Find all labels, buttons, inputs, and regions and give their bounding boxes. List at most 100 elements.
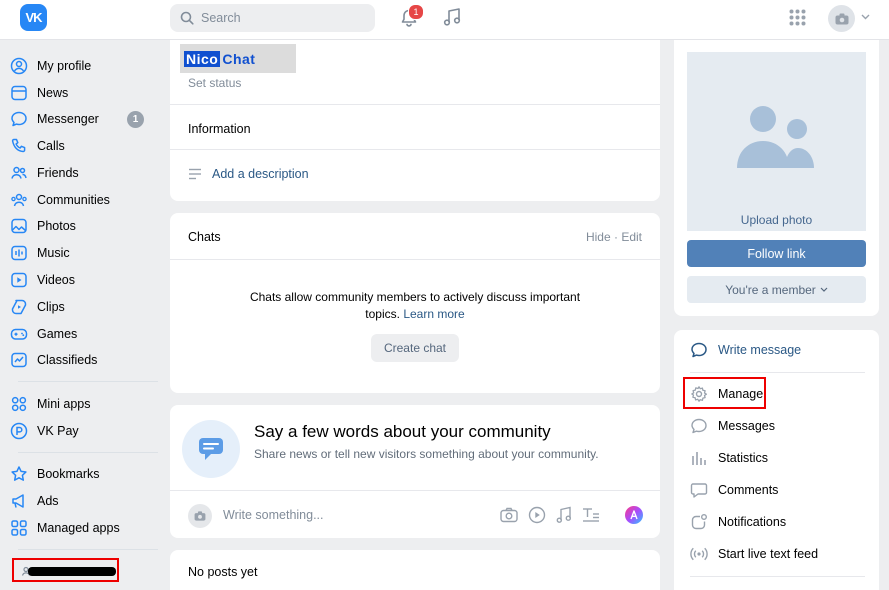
classifieds-icon xyxy=(11,352,27,368)
post-composer[interactable]: Write something... xyxy=(170,491,660,538)
music-icon[interactable] xyxy=(556,506,572,524)
sidebar-item-friends[interactable]: Friends xyxy=(10,160,150,186)
camera-icon xyxy=(194,511,206,521)
sidebar-item-messenger[interactable]: Messenger 1 xyxy=(10,106,150,132)
communities-icon xyxy=(11,193,27,207)
sidebar-item-label: Mini apps xyxy=(37,397,91,411)
video-icon xyxy=(11,272,27,288)
wall-card: No posts yet xyxy=(170,550,660,590)
search-icon xyxy=(180,11,194,25)
write-message-label: Write message xyxy=(718,343,802,357)
sidebar-item-classifieds[interactable]: Classifieds xyxy=(10,347,150,373)
start-live-feed-label: Start live text feed xyxy=(718,547,819,561)
upload-photo-area[interactable]: Upload photo xyxy=(687,52,866,231)
information-heading: Information xyxy=(188,122,251,136)
top-header: VK 1 xyxy=(0,0,889,40)
divider xyxy=(170,104,660,105)
sidebar-item-calls[interactable]: Calls xyxy=(10,133,150,159)
chevron-down-icon[interactable] xyxy=(861,14,870,20)
avatar[interactable] xyxy=(828,5,855,32)
manage-label: Manage xyxy=(718,387,764,401)
search-input[interactable] xyxy=(201,11,351,25)
membership-dropdown[interactable]: You're a member xyxy=(687,276,866,303)
sidebar-item-ads[interactable]: Ads xyxy=(10,488,150,514)
sidebar-item-videos[interactable]: Videos xyxy=(10,267,150,293)
sidebar-item-label: News xyxy=(37,86,69,100)
divider xyxy=(170,149,660,150)
megaphone-icon xyxy=(12,494,24,508)
learn-more-link[interactable]: Learn more xyxy=(403,307,464,321)
chats-description-line1: Chats allow community members to activel… xyxy=(249,290,581,304)
broadcast-icon xyxy=(690,547,708,561)
gamepad-icon xyxy=(10,328,28,340)
sidebar-item-label: Music xyxy=(37,246,70,260)
camera-icon xyxy=(835,13,848,24)
community-header-card: Nico Chat Set status Information Add a d… xyxy=(170,40,660,201)
message-icon xyxy=(11,111,27,127)
photo-icon xyxy=(11,218,27,234)
start-live-feed-button[interactable]: Start live text feed xyxy=(690,542,818,566)
friends-icon xyxy=(11,166,27,179)
sidebar-item-clips[interactable]: Clips xyxy=(10,294,150,320)
sidebar-item-my-profile[interactable]: My profile xyxy=(10,53,150,79)
list-icon xyxy=(189,168,201,180)
video-icon[interactable] xyxy=(528,506,546,524)
sidebar-item-communities[interactable]: Communities xyxy=(10,187,150,213)
sidebar-item-label: Games xyxy=(37,327,78,341)
add-description-button[interactable]: Add a description xyxy=(188,167,309,181)
article-icon[interactable] xyxy=(582,507,600,523)
write-something-input[interactable]: Write something... xyxy=(223,508,324,522)
user-circle-icon xyxy=(10,57,28,75)
vk-logo[interactable]: VK xyxy=(20,4,47,31)
sidebar-item-bookmarks[interactable]: Bookmarks xyxy=(10,461,150,487)
apps-icon xyxy=(11,520,27,536)
statistics-button[interactable]: Statistics xyxy=(690,446,768,470)
comments-label: Comments xyxy=(718,483,779,497)
comments-button[interactable]: Comments xyxy=(690,478,778,502)
write-message-button[interactable]: Write message xyxy=(690,338,801,362)
notification-badge: 1 xyxy=(408,4,424,20)
sidebar-item-label: Managed apps xyxy=(37,521,120,535)
divider xyxy=(170,259,660,260)
camera-icon[interactable] xyxy=(500,507,518,523)
follow-link-button[interactable]: Follow link xyxy=(687,240,866,267)
search-bar[interactable] xyxy=(170,4,375,32)
sidebar-item-news[interactable]: News xyxy=(10,80,150,106)
manage-button[interactable]: Manage xyxy=(690,382,763,406)
message-icon xyxy=(691,418,707,434)
create-chat-button[interactable]: Create chat xyxy=(371,334,459,362)
hide-chats-link[interactable]: Hide xyxy=(586,230,611,244)
sidebar-divider xyxy=(18,452,158,453)
edit-chats-link[interactable]: Edit xyxy=(621,230,642,244)
chat-bubble-icon xyxy=(182,420,240,478)
ai-assistant-icon[interactable] xyxy=(624,505,644,525)
chats-actions: Hide · Edit xyxy=(586,230,642,244)
community-name-part2: Chat xyxy=(222,50,256,67)
messenger-badge: 1 xyxy=(127,111,144,128)
sidebar-item-music[interactable]: Music xyxy=(10,240,150,266)
chevron-down-icon xyxy=(820,287,828,292)
sidebar-item-label: My profile xyxy=(37,59,92,73)
clips-icon xyxy=(11,299,27,315)
messages-label: Messages xyxy=(718,419,775,433)
composer-card: Say a few words about your community Sha… xyxy=(170,405,660,538)
news-icon xyxy=(11,85,27,101)
redacted-profile-link[interactable] xyxy=(12,558,119,582)
notifications-button[interactable]: Notifications xyxy=(690,510,786,534)
music-icon[interactable] xyxy=(443,7,461,27)
sidebar-item-vk-pay[interactable]: VK Pay xyxy=(10,418,150,444)
apps-grid-icon[interactable] xyxy=(789,9,806,26)
sidebar-item-label: Photos xyxy=(37,219,76,233)
messages-button[interactable]: Messages xyxy=(690,414,775,438)
community-name-logo: Nico Chat xyxy=(180,44,296,73)
sidebar-item-label: Classifieds xyxy=(37,353,98,367)
sidebar-item-games[interactable]: Games xyxy=(10,321,150,347)
sidebar-item-photos[interactable]: Photos xyxy=(10,213,150,239)
sidebar-item-managed-apps[interactable]: Managed apps xyxy=(10,515,150,541)
set-status-link[interactable]: Set status xyxy=(188,76,241,90)
divider xyxy=(690,576,865,577)
star-icon xyxy=(11,466,27,481)
notification-icon xyxy=(691,514,707,530)
message-icon xyxy=(691,342,707,358)
sidebar-item-mini-apps[interactable]: Mini apps xyxy=(10,391,150,417)
